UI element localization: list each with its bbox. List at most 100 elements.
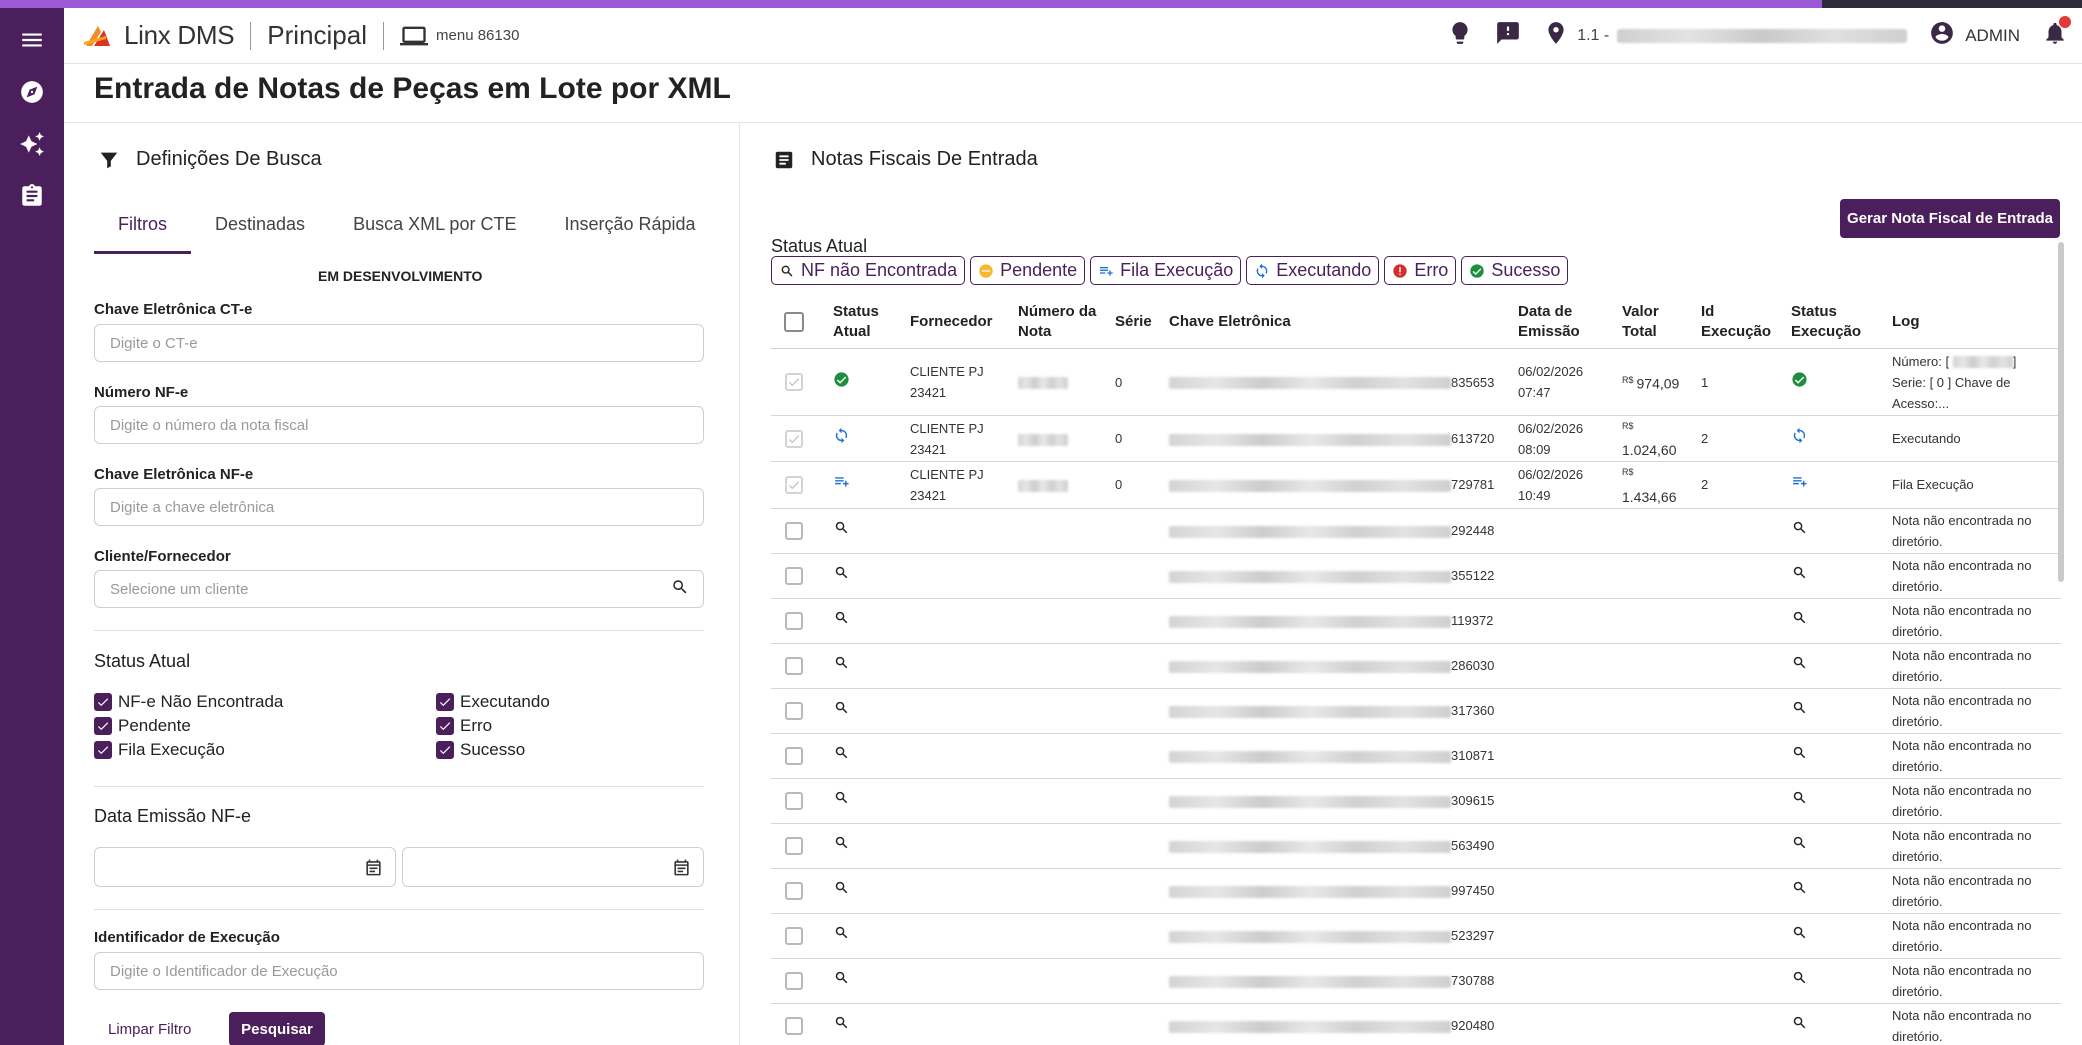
invoices-header: Notas Fiscais De Entrada — [773, 148, 1038, 171]
status-check-queue[interactable]: Fila Execução — [94, 740, 225, 760]
col-serie[interactable]: Série — [1109, 296, 1163, 349]
brand[interactable]: Linx DMS — [64, 20, 235, 52]
key-tail: 835653 — [1451, 374, 1495, 390]
clipboard-icon[interactable] — [0, 170, 64, 222]
row-checkbox[interactable] — [785, 701, 803, 720]
row-checkbox[interactable] — [785, 1016, 803, 1035]
sparkles-icon[interactable] — [0, 118, 64, 170]
table-row[interactable]: 119372 Nota não encontrada no diretório. — [771, 598, 2061, 644]
section-divider — [94, 630, 704, 631]
chip-queue[interactable]: Fila Execução — [1090, 256, 1242, 285]
date-start-input[interactable] — [94, 847, 396, 887]
calendar-icon[interactable] — [364, 858, 383, 882]
table-row[interactable]: CLIENTE PJ 23421 0 613720 06/02/2026 08:09 R$ 1… — [771, 415, 2061, 463]
col-valor-total[interactable]: Valor Total — [1616, 296, 1695, 349]
chip-label: Pendente — [1000, 260, 1078, 280]
branch-location[interactable]: 1.1 - — [1543, 20, 1908, 51]
lightbulb-icon[interactable] — [1447, 20, 1473, 51]
execution-id-placeholder: Digite o Identificador de Execução — [110, 962, 338, 980]
col-numero-nota[interactable]: Número da Nota — [1012, 296, 1109, 349]
calendar-icon[interactable] — [672, 858, 691, 882]
compass-icon[interactable] — [0, 66, 64, 118]
chip-pending[interactable]: Pendente — [970, 256, 1086, 285]
status-check-success[interactable]: Sucesso — [436, 740, 525, 760]
row-checkbox[interactable] — [785, 836, 803, 855]
panel-divider — [739, 123, 740, 1045]
generate-invoice-button[interactable]: Gerar Nota Fiscal de Entrada — [1840, 199, 2060, 238]
col-data-emissao[interactable]: Data de Emissão — [1512, 296, 1616, 349]
filter-tabs: Filtros Destinadas Busca XML por CTE Ins… — [94, 200, 720, 254]
table-row[interactable]: CLIENTE PJ 23421 0 835653 06/02/2026 07:47 R$ 9… — [771, 348, 2061, 416]
chip-error[interactable]: Erro — [1384, 256, 1457, 285]
chip-executing[interactable]: Executando — [1246, 256, 1380, 285]
col-chave-eletronica[interactable]: Chave Eletrônica — [1163, 296, 1512, 349]
select-cell — [771, 508, 827, 554]
feedback-icon[interactable] — [1495, 20, 1521, 51]
table-row[interactable]: 920480 Nota não encontrada no diretório. — [771, 1003, 2061, 1045]
row-checkbox[interactable] — [785, 611, 803, 630]
clear-filter-button[interactable]: Limpar Filtro — [94, 1012, 205, 1045]
table-row[interactable]: 523297 Nota não encontrada no diretório. — [771, 913, 2061, 959]
execution-id-input[interactable]: Digite o Identificador de Execução — [94, 952, 704, 990]
nfe-key-input[interactable]: Digite a chave eletrônica — [94, 488, 704, 526]
hamburger-menu-icon[interactable] — [0, 14, 64, 66]
col-id-execucao[interactable]: Id Execução — [1695, 296, 1785, 349]
row-checkbox[interactable] — [785, 429, 803, 448]
col-log[interactable]: Log — [1886, 296, 2061, 349]
select-all-checkbox[interactable] — [784, 312, 804, 332]
status-check-nf-not-found[interactable]: NF-e Não Encontrada — [94, 692, 283, 712]
row-checkbox[interactable] — [785, 656, 803, 675]
status-cell — [827, 733, 904, 779]
execution-id-cell — [1695, 823, 1785, 869]
col-status-execucao[interactable]: Status Execução — [1785, 296, 1886, 349]
search-button[interactable]: Pesquisar — [229, 1012, 325, 1045]
table-row[interactable]: 563490 Nota não encontrada no diretório. — [771, 823, 2061, 869]
row-checkbox[interactable] — [785, 926, 803, 945]
chip-success[interactable]: Sucesso — [1461, 256, 1569, 285]
cte-key-input[interactable]: Digite o CT-e — [94, 324, 704, 362]
table-scrollbar[interactable] — [2058, 242, 2064, 582]
table-row[interactable]: 317360 Nota não encontrada no diretório. — [771, 688, 2061, 734]
row-checkbox[interactable] — [785, 475, 803, 494]
table-row[interactable]: 355122 Nota não encontrada no diretório. — [771, 553, 2061, 599]
table-row[interactable]: 997450 Nota não encontrada no diretório. — [771, 868, 2061, 914]
table-row[interactable]: 286030 Nota não encontrada no diretório. — [771, 643, 2061, 689]
table-row[interactable]: 309615 Nota não encontrada no diretório. — [771, 778, 2061, 824]
col-fornecedor[interactable]: Fornecedor — [904, 296, 1012, 349]
nfe-number-input[interactable]: Digite o número da nota fiscal — [94, 406, 704, 444]
key-redacted — [1169, 433, 1451, 446]
notification-bell-icon[interactable] — [2042, 16, 2071, 51]
client-supplier-select[interactable]: Selecione um cliente — [94, 570, 704, 608]
select-cell — [771, 958, 827, 1004]
row-checkbox[interactable] — [785, 746, 803, 765]
tab-insercao-rapida[interactable]: Inserção Rápida — [540, 200, 719, 254]
row-checkbox[interactable] — [785, 971, 803, 990]
log-cell: Nota não encontrada no diretório. — [1886, 508, 2061, 554]
menu-code[interactable]: menu 86130 — [400, 22, 519, 50]
total-value-cell — [1616, 868, 1695, 914]
row-checkbox[interactable] — [785, 373, 803, 391]
status-check-error[interactable]: Erro — [436, 716, 492, 736]
table-row[interactable]: 730788 Nota não encontrada no diretório. — [771, 958, 2061, 1004]
tab-filtros[interactable]: Filtros — [94, 200, 191, 254]
tab-destinadas[interactable]: Destinadas — [191, 200, 329, 254]
user-menu[interactable]: ADMIN — [1929, 20, 2020, 51]
row-checkbox[interactable] — [785, 881, 803, 900]
date-end-input[interactable] — [402, 847, 704, 887]
status-check-executing[interactable]: Executando — [436, 692, 550, 712]
row-checkbox[interactable] — [785, 566, 803, 585]
chip-nf-not-found[interactable]: NF não Encontrada — [771, 256, 966, 285]
table-row[interactable]: 292448 Nota não encontrada no diretório. — [771, 508, 2061, 554]
currency-symbol: R$ — [1622, 421, 1634, 431]
key-cell: 310871 — [1163, 733, 1512, 779]
status-cell — [827, 508, 904, 554]
status-check-pending[interactable]: Pendente — [94, 716, 191, 736]
col-status-atual[interactable]: Status Atual — [827, 296, 904, 349]
row-checkbox[interactable] — [785, 521, 803, 540]
row-checkbox[interactable] — [785, 791, 803, 810]
table-row[interactable]: CLIENTE PJ 23421 0 729781 06/02/2026 10:49 R$ 1… — [771, 461, 2061, 509]
tab-busca-xml-cte[interactable]: Busca XML por CTE — [329, 200, 540, 254]
search-icon[interactable] — [671, 578, 689, 600]
supplier-code: 23421 — [910, 487, 947, 503]
table-row[interactable]: 310871 Nota não encontrada no diretório. — [771, 733, 2061, 779]
